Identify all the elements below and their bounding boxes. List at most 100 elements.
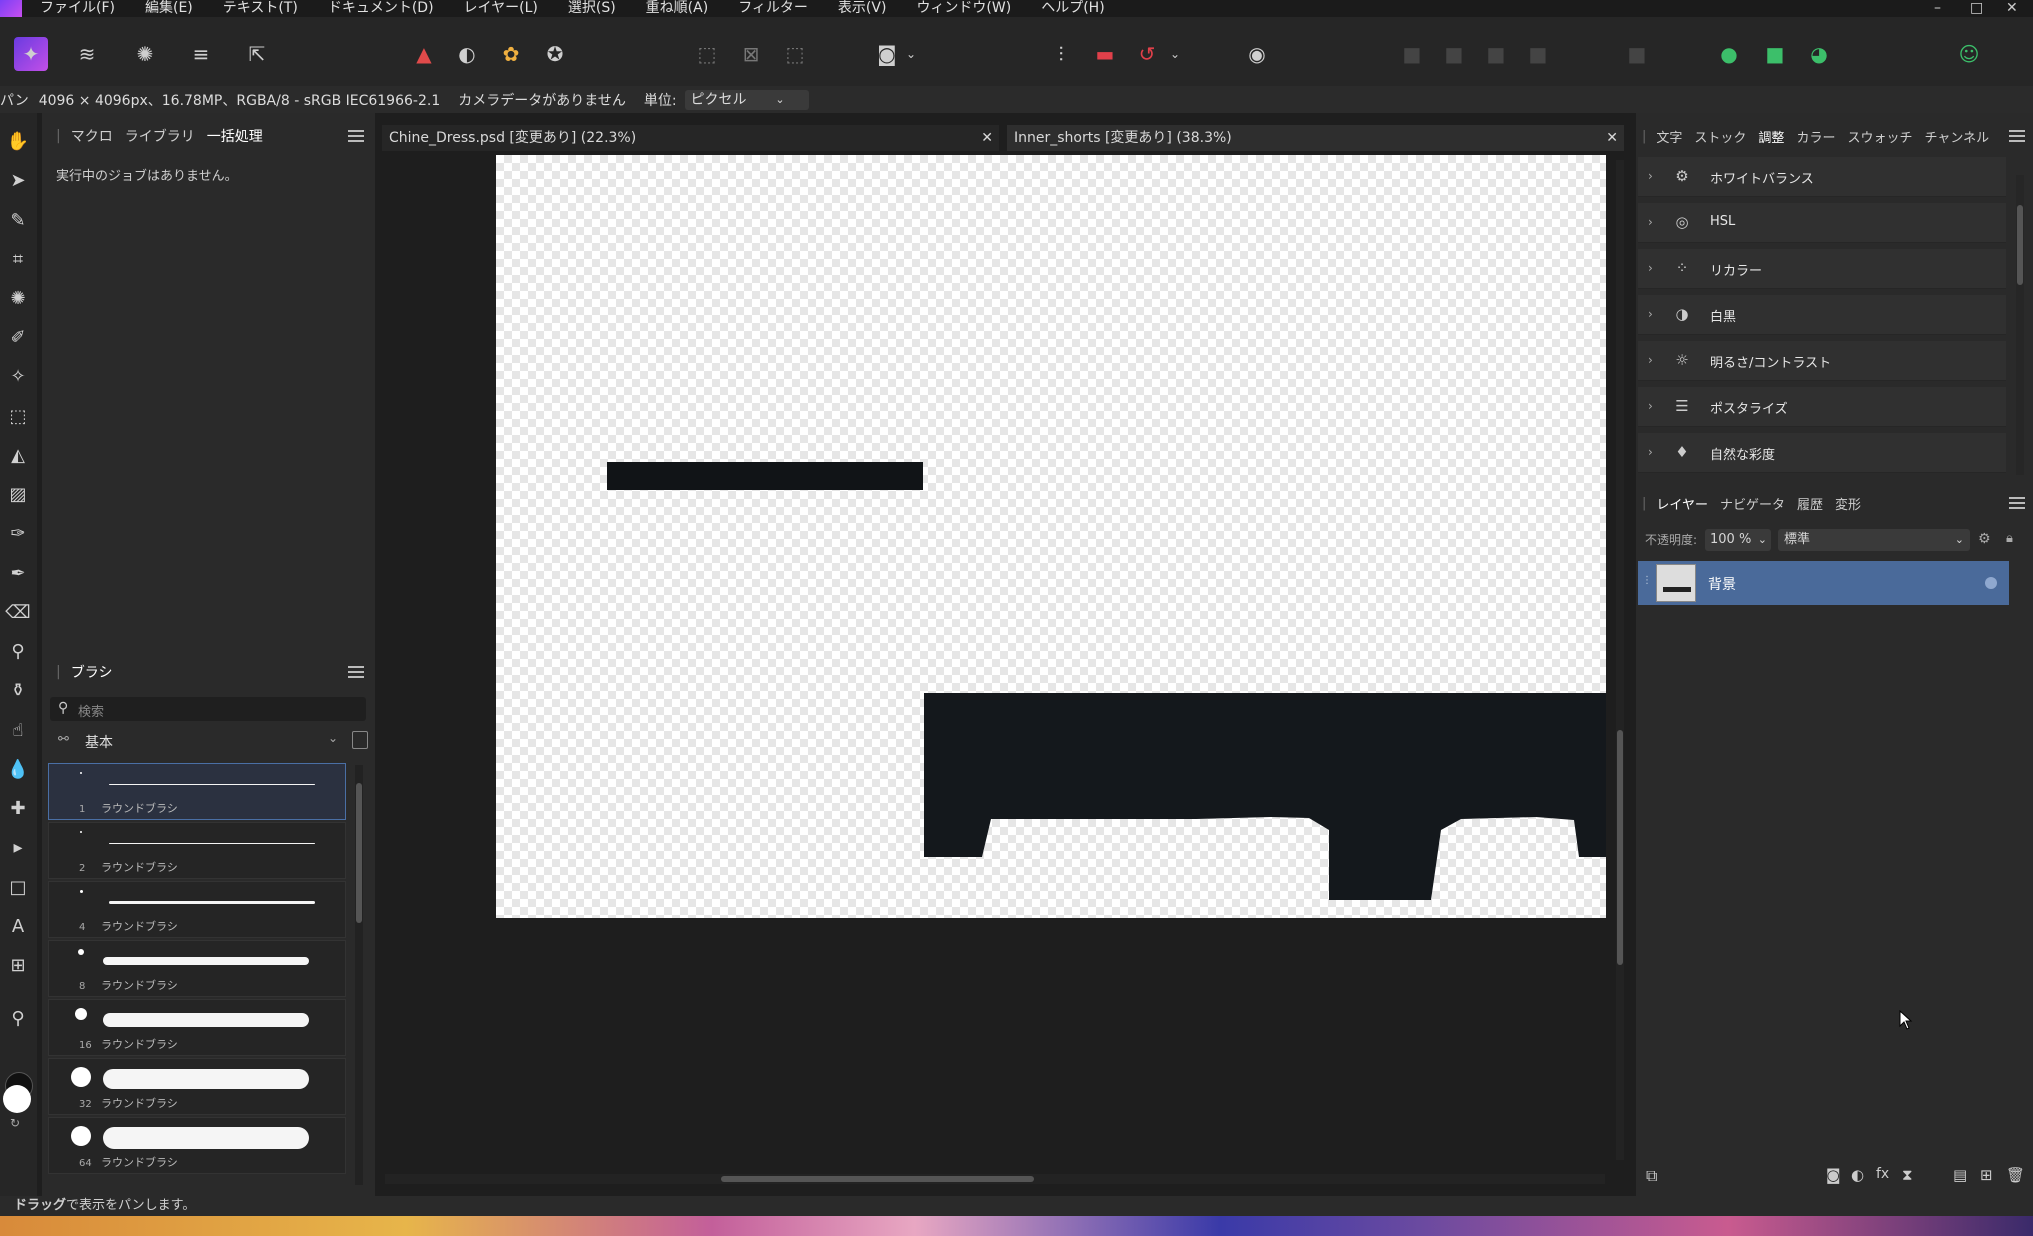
brush-search-field[interactable]: ⚲ 検索 [50, 697, 366, 721]
zoom-tool-icon[interactable]: ⚲ [4, 1004, 32, 1032]
smudge-tool-icon[interactable]: ☝ [4, 716, 32, 744]
close-icon[interactable]: ✕ [1606, 125, 1618, 151]
adjustment-layer-icon[interactable]: ◐ [1851, 1166, 1864, 1184]
live-filter-icon[interactable]: ⧗ [1902, 1166, 1913, 1184]
pixel-tool-icon[interactable]: ✒ [4, 559, 32, 587]
menu-window[interactable]: ウィンドウ(W) [916, 0, 1011, 17]
gear-icon[interactable]: ⚙ [1978, 531, 1991, 547]
photo-persona-icon[interactable]: ✦ [14, 37, 48, 71]
tab-channels[interactable]: チャンネル [1924, 127, 1989, 146]
auto-contrast-icon[interactable]: ◐ [450, 37, 484, 71]
studio-link-icon[interactable]: ■ [1758, 37, 1792, 71]
chevron-down-icon[interactable]: ⌄ [902, 37, 920, 71]
flood-fill-tool-icon[interactable]: ◭ [4, 441, 32, 469]
opacity-field[interactable]: 100 % ⌄ [1705, 529, 1771, 551]
tab-batch[interactable]: 一括処理 [207, 126, 263, 146]
clone-tool-icon[interactable]: ⚱ [4, 676, 32, 704]
menu-document[interactable]: ドキュメント(D) [328, 0, 434, 17]
horizontal-scrollbar[interactable] [385, 1174, 1605, 1184]
personas-share-icon[interactable]: ● [1712, 37, 1746, 71]
adjustment-recolor[interactable]: › ⁘ リカラー [1638, 249, 2006, 289]
tone-mapping-persona-icon[interactable]: ≡ [184, 37, 218, 71]
layer-effects-copy-icon[interactable]: ⧉ [1646, 1166, 1657, 1186]
panel-menu-icon[interactable] [348, 666, 364, 680]
scrollbar-thumb[interactable] [356, 783, 362, 923]
scrollbar-thumb[interactable] [2017, 205, 2023, 285]
healing-tool-icon[interactable]: ✚ [4, 794, 32, 822]
brush-preset-item[interactable]: 16 ラウンドブラシ [48, 999, 346, 1056]
shape-tool-icon[interactable]: □ [4, 873, 32, 901]
pen-tool-icon[interactable]: ▸ [4, 833, 32, 861]
menu-layer[interactable]: レイヤー(L) [464, 0, 538, 17]
menu-help[interactable]: ヘルプ(H) [1041, 0, 1104, 17]
paint-brush-tool-icon[interactable]: ✑ [4, 519, 32, 547]
color-picker-tool-icon[interactable]: ✎ [4, 206, 32, 234]
menu-arrange[interactable]: 重ね順(A) [646, 0, 709, 17]
scrollbar-thumb[interactable] [1617, 730, 1623, 965]
scrollbar-thumb[interactable] [721, 1176, 1034, 1182]
tab-library[interactable]: ライブラリ [125, 126, 195, 146]
maximize-button[interactable]: □ [1970, 0, 1983, 16]
delete-layer-icon[interactable]: 🗑︎ [2006, 1166, 2025, 1184]
crop-tool-icon[interactable]: ⌗ [4, 245, 32, 273]
group-layers-icon[interactable]: ▤ [1953, 1166, 1967, 1184]
tab-swatches[interactable]: スウォッチ [1847, 127, 1912, 146]
mesh-warp-tool-icon[interactable]: ⊞ [4, 951, 32, 979]
panel-menu-icon[interactable] [2009, 130, 2025, 144]
tab-adjustment[interactable]: 調整 [1758, 127, 1784, 146]
brush-preset-item[interactable]: 32 ラウンドブラシ [48, 1058, 346, 1115]
minimize-button[interactable]: – [1934, 0, 1941, 16]
adjustment-posterize[interactable]: › ☰ ポスタライズ [1638, 387, 2006, 427]
menu-file[interactable]: ファイル(F) [40, 0, 115, 17]
account-icon[interactable]: ☺ [1952, 37, 1986, 71]
tab-history[interactable]: 履歴 [1797, 494, 1823, 513]
swap-colors-icon[interactable]: ↻ [10, 1116, 20, 1130]
tab-color[interactable]: カラー [1796, 127, 1835, 146]
menu-select[interactable]: 選択(S) [568, 0, 616, 17]
assistant-icon[interactable]: ◉ [1240, 37, 1274, 71]
tab-character[interactable]: 文字 [1656, 127, 1682, 146]
auto-colors-icon[interactable]: ✿ [494, 37, 528, 71]
tab-transform[interactable]: 変形 [1835, 494, 1861, 513]
blur-tool-icon[interactable]: 💧 [4, 755, 32, 783]
arrange-backward-icon[interactable]: ■ [1437, 37, 1471, 71]
arrange-forward-icon[interactable]: ■ [1479, 37, 1513, 71]
brush-preset-item[interactable]: 4 ラウンドブラシ [48, 881, 346, 938]
develop-persona-icon[interactable]: ✺ [128, 37, 162, 71]
export-persona-icon[interactable]: ⇱ [240, 37, 274, 71]
adjustment-black-white[interactable]: › ◑ 白黒 [1638, 295, 2006, 335]
document-tab-2[interactable]: Inner_shorts [変更あり] (38.3%) ✕ [1007, 125, 1624, 151]
brush-preset-item[interactable]: 64 ラウンドブラシ [48, 1117, 346, 1174]
layer-expand-icon[interactable]: ⋮ [1642, 575, 1652, 586]
marquee-tool-icon[interactable]: ⬚ [4, 402, 32, 430]
force-pixel-alignment-icon[interactable]: ↺ [1130, 37, 1164, 71]
brush-preset-item[interactable]: 1 ラウンドブラシ [48, 763, 346, 820]
liquify-persona-icon[interactable]: ≋ [70, 37, 104, 71]
tab-brushes[interactable]: ブラシ [71, 662, 113, 682]
panel-menu-icon[interactable] [348, 130, 364, 144]
adjustment-scrollbar[interactable] [2016, 175, 2024, 475]
primary-color-swatch[interactable] [3, 1085, 31, 1113]
brush-list-scrollbar[interactable] [355, 765, 363, 1185]
menu-text[interactable]: テキスト(T) [223, 0, 298, 17]
invert-selection-icon[interactable]: ⬚ [778, 37, 812, 71]
panel-menu-icon[interactable] [2009, 497, 2025, 511]
unit-select[interactable]: ピクセル ⌄ [684, 89, 809, 110]
menu-filter[interactable]: フィルター [738, 0, 808, 17]
dodge-tool-icon[interactable]: ⚲ [4, 637, 32, 665]
chevron-down-icon[interactable]: ⌄ [1166, 37, 1184, 71]
adjustment-white-balance[interactable]: › ⚙ ホワイトバランス [1638, 157, 2006, 197]
erase-brush-tool-icon[interactable]: ⌫ [4, 598, 32, 626]
brush-category-select[interactable]: ⚯ 基本 ⌄ [50, 729, 340, 753]
close-icon[interactable]: ✕ [981, 125, 993, 151]
close-window-button[interactable]: ✕ [2006, 0, 2018, 16]
deselect-icon[interactable]: ⊠ [734, 37, 768, 71]
tab-stock[interactable]: ストック [1694, 127, 1746, 146]
adjustment-hsl[interactable]: › ◎ HSL [1638, 203, 2006, 243]
text-tool-icon[interactable]: A [4, 912, 32, 940]
adjustment-brightness-contrast[interactable]: › ☼ 明るさ/コントラスト [1638, 341, 2006, 381]
quick-mask-icon[interactable]: ◙ [870, 37, 904, 71]
lock-icon[interactable]: 🔒︎ [2006, 531, 2013, 546]
mask-layer-icon[interactable]: ◙ [1826, 1166, 1841, 1184]
tab-navigator[interactable]: ナビゲータ [1720, 494, 1785, 513]
